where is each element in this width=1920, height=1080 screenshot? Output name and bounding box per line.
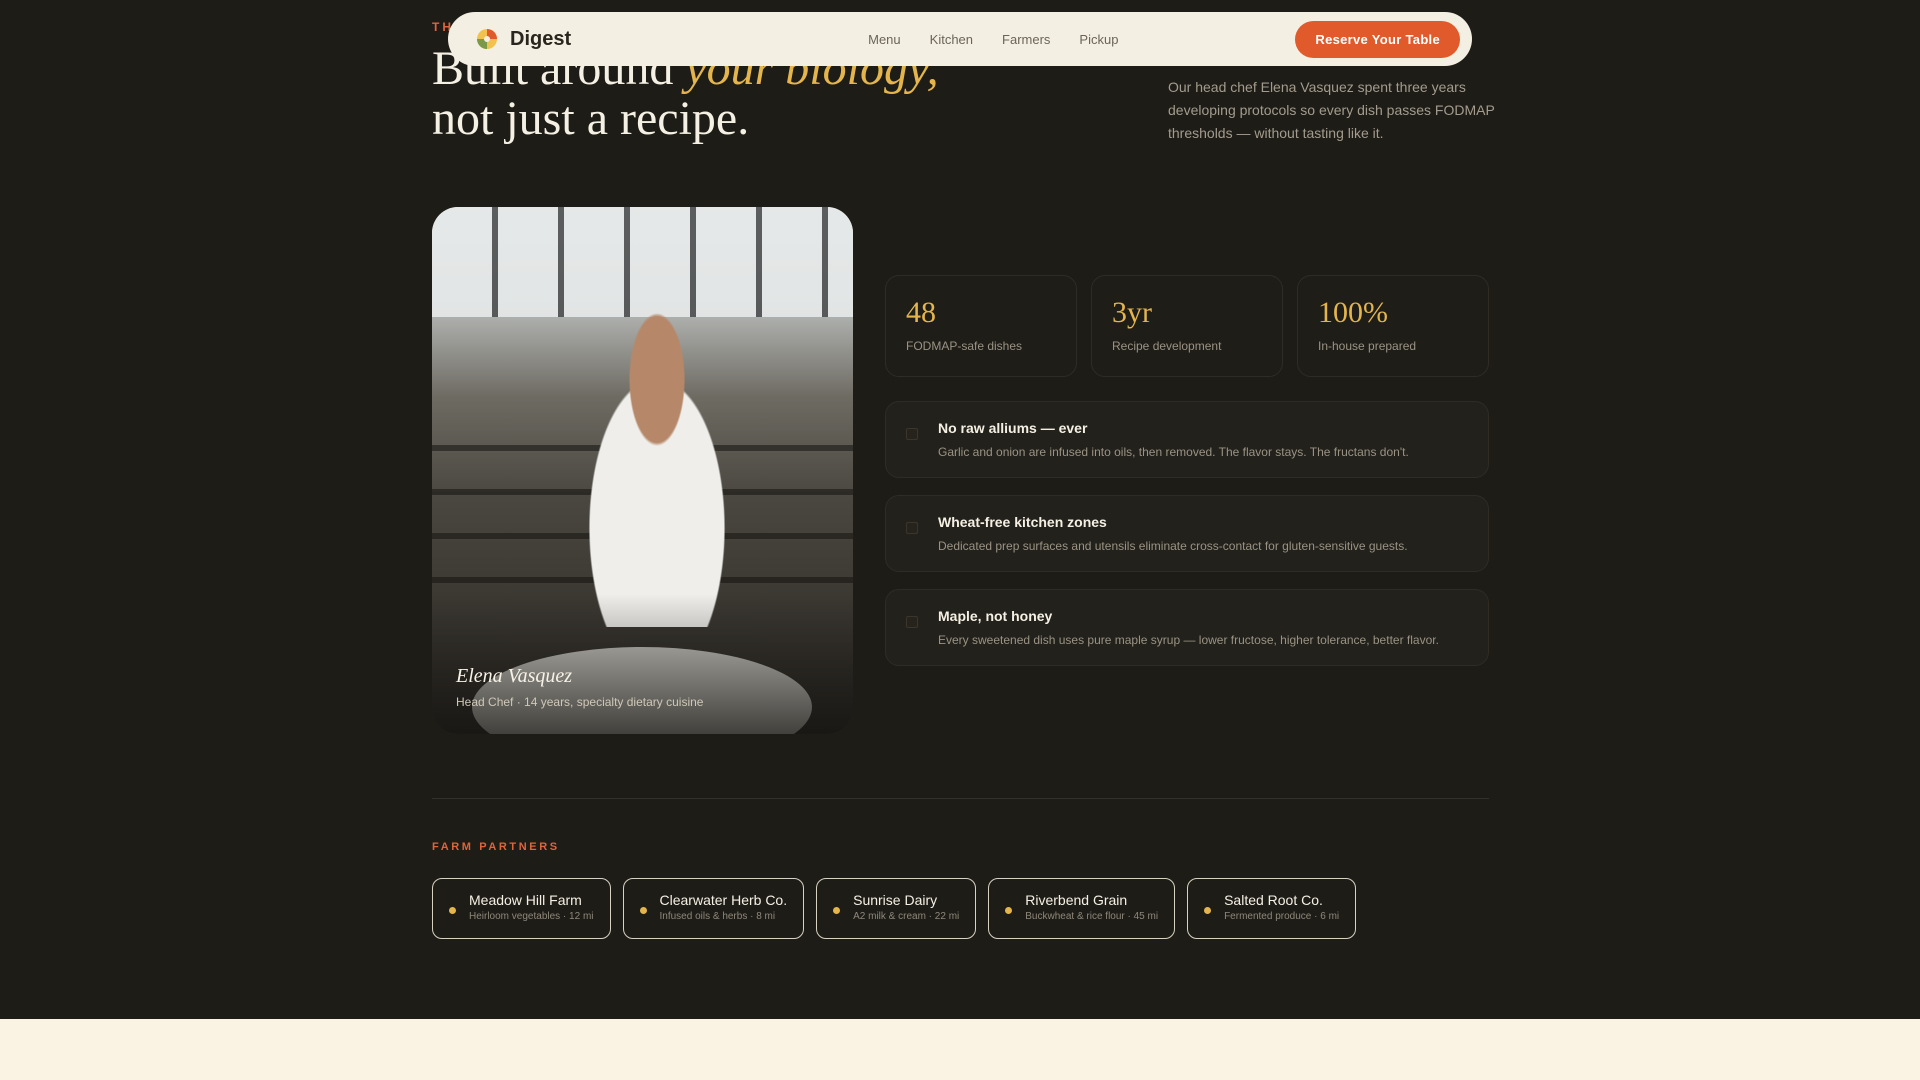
stat-card: 3yr Recipe development <box>1091 275 1283 377</box>
chef-figure-image <box>552 297 762 627</box>
farm-partners-label: FARM PARTNERS <box>432 841 560 853</box>
farm-detail: Infused oils & herbs · 8 mi <box>659 911 776 922</box>
feature-description: Every sweetened dish uses pure maple syr… <box>938 633 1439 647</box>
stat-card: 48 FODMAP-safe dishes <box>885 275 1077 377</box>
nav-link-pickup[interactable]: Pickup <box>1079 32 1118 47</box>
farm-chip[interactable]: Riverbend Grain Buckwheat & rice flour ·… <box>988 878 1176 939</box>
farm-detail: Buckwheat & rice flour · 45 mi <box>1025 911 1159 922</box>
stat-label: In-house prepared <box>1318 339 1417 353</box>
feature-title: Wheat-free kitchen zones <box>938 514 1107 530</box>
feature-title: No raw alliums — ever <box>938 420 1088 436</box>
navbar: Digest Menu Kitchen Farmers Pickup Reser… <box>448 12 1472 66</box>
farm-chip[interactable]: Salted Root Co. Fermented produce · 6 mi <box>1187 878 1357 939</box>
brand[interactable]: Digest <box>476 28 571 51</box>
stat-label: FODMAP-safe dishes <box>906 339 1023 353</box>
checkbox-icon <box>906 428 918 440</box>
photo-shade <box>432 594 853 734</box>
feature-description: Garlic and onion are infused into oils, … <box>938 445 1409 459</box>
stat-value: 3yr <box>1112 296 1152 329</box>
farm-chip[interactable]: Clearwater Herb Co. Infused oils & herbs… <box>622 878 805 939</box>
headline-part2: not just a recipe. <box>432 92 750 145</box>
stat-label: Recipe development <box>1112 339 1222 353</box>
farm-name: Meadow Hill Farm <box>469 892 582 908</box>
brand-name: Digest <box>510 27 572 50</box>
brand-logo-icon <box>476 28 498 50</box>
feature-title: Maple, not honey <box>938 608 1053 624</box>
stats-row: 48 FODMAP-safe dishes 3yr Recipe develop… <box>885 275 1489 377</box>
section-divider <box>432 798 1489 799</box>
dot-icon <box>449 907 456 914</box>
dot-icon <box>1204 907 1212 914</box>
checkbox-icon <box>906 616 918 628</box>
farm-name: Clearwater Herb Co. <box>659 892 788 908</box>
feature-item: Maple, not honey Every sweetened dish us… <box>885 589 1489 666</box>
reserve-table-button[interactable]: Reserve Your Table <box>1295 20 1460 58</box>
feature-list: No raw alliums — ever Garlic and onion a… <box>885 401 1489 666</box>
farm-name: Riverbend Grain <box>1025 892 1128 908</box>
stat-card: 100% In-house prepared <box>1297 275 1489 377</box>
stat-value: 48 <box>906 296 936 329</box>
farm-detail: Fermented produce · 6 mi <box>1224 911 1340 922</box>
farm-name: Salted Root Co. <box>1224 892 1323 908</box>
farm-name: Sunrise Dairy <box>853 892 938 908</box>
nav-link-kitchen[interactable]: Kitchen <box>930 32 973 47</box>
dot-icon <box>1005 907 1013 914</box>
feature-item: Wheat-free kitchen zones Dedicated prep … <box>885 495 1489 572</box>
nav-link-farmers[interactable]: Farmers <box>1002 32 1050 47</box>
feature-description: Dedicated prep surfaces and utensils eli… <box>938 539 1408 553</box>
checkbox-icon <box>906 522 918 534</box>
chef-name: Elena Vasquez <box>456 665 573 687</box>
next-section-band <box>0 1019 1920 1080</box>
nav-link-menu[interactable]: Menu <box>868 32 901 47</box>
dot-icon <box>833 907 841 914</box>
feature-item: No raw alliums — ever Garlic and onion a… <box>885 401 1489 478</box>
nav-links: Menu Kitchen Farmers Pickup <box>868 32 1118 47</box>
farm-chip[interactable]: Meadow Hill Farm Heirloom vegetables · 1… <box>432 878 611 939</box>
dot-icon <box>639 907 647 914</box>
farm-detail: A2 milk & cream · 22 mi <box>853 911 960 922</box>
farm-detail: Heirloom vegetables · 12 mi <box>469 911 594 922</box>
stat-value: 100% <box>1318 296 1388 329</box>
farm-chip[interactable]: Sunrise Dairy A2 milk & cream · 22 mi <box>816 878 977 939</box>
intro-text: Our head chef Elena Vasquez spent three … <box>1168 79 1495 141</box>
chef-photo-card: Elena Vasquez Head Chef · 14 years, spec… <box>432 207 853 734</box>
chef-role: Head Chef · 14 years, specialty dietary … <box>456 695 704 709</box>
farm-partner-list: Meadow Hill Farm Heirloom vegetables · 1… <box>432 878 1357 939</box>
